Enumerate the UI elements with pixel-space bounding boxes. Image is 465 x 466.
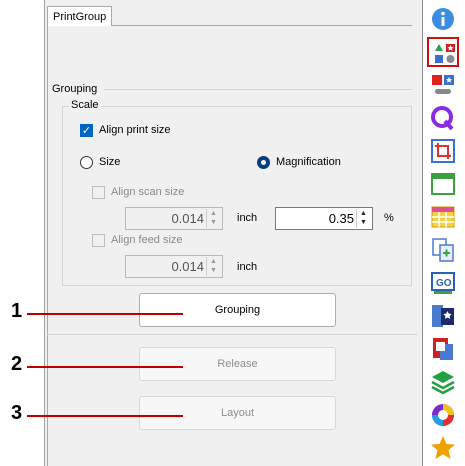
scan-size-stepper[interactable]: 0.014 ▲ ▼ [125, 207, 223, 230]
tab-border-left [47, 25, 48, 466]
grouping-rule [104, 89, 412, 90]
align-scan-size-label: Align scan size [111, 186, 185, 198]
section-divider [47, 334, 417, 335]
favorite-star-icon[interactable] [427, 433, 459, 463]
query-q-icon[interactable] [427, 103, 459, 133]
scan-size-value: 0.014 [171, 211, 204, 226]
tray-icon[interactable] [427, 169, 459, 199]
crop-icon[interactable] [427, 136, 459, 166]
magnification-radio-label: Magnification [276, 156, 341, 168]
red-card-icon[interactable] [427, 334, 459, 364]
scan-size-unit: inch [237, 212, 258, 224]
spin-down-icon[interactable]: ▼ [210, 267, 217, 275]
tab-border-top [112, 25, 412, 26]
svg-text:GO: GO [436, 278, 452, 289]
feed-size-arrows[interactable]: ▲ ▼ [206, 257, 221, 276]
scale-label: Scale [69, 99, 101, 111]
spin-down-icon[interactable]: ▼ [210, 219, 217, 227]
color-squares-icon[interactable] [427, 70, 459, 100]
layout-button[interactable]: Layout [139, 396, 336, 430]
info-icon[interactable] [427, 4, 459, 34]
star-box-icon[interactable] [427, 301, 459, 331]
align-feed-size-checkbox[interactable] [92, 234, 105, 247]
magnification-unit: % [384, 212, 394, 224]
callout-3-line [27, 415, 183, 417]
spin-up-icon[interactable]: ▲ [360, 210, 367, 218]
group-shapes-icon[interactable] [427, 37, 459, 67]
size-radio-label: Size [99, 156, 121, 168]
feed-size-unit: inch [237, 261, 258, 273]
magnification-value: 0.35 [328, 211, 354, 226]
release-button[interactable]: Release [139, 347, 336, 381]
align-feed-size-label: Align feed size [111, 234, 183, 246]
grouping-label: Grouping [52, 83, 98, 95]
spin-down-icon[interactable]: ▼ [360, 219, 367, 227]
magnification-radio[interactable] [257, 156, 270, 169]
size-radio[interactable] [80, 156, 93, 169]
magnification-stepper[interactable]: 0.35 ▲ ▼ [275, 207, 373, 230]
callout-2-line [27, 366, 183, 368]
callout-1-line [27, 313, 183, 315]
callout-1: 1 [11, 300, 23, 322]
right-toolbar: GO [422, 0, 465, 466]
grouping-button[interactable]: Grouping [139, 293, 336, 327]
scan-size-arrows[interactable]: ▲ ▼ [206, 209, 221, 228]
feed-size-value: 0.014 [171, 259, 204, 274]
copy-pages-icon[interactable] [427, 235, 459, 265]
callout-3: 3 [11, 402, 23, 424]
align-print-size-label: Align print size [99, 124, 171, 136]
spin-up-icon[interactable]: ▲ [210, 210, 217, 218]
color-wheel-icon[interactable] [427, 400, 459, 430]
go-icon[interactable]: GO [427, 268, 459, 298]
spin-up-icon[interactable]: ▲ [210, 258, 217, 266]
align-scan-size-checkbox[interactable] [92, 186, 105, 199]
layers-icon[interactable] [427, 367, 459, 397]
magnification-arrows[interactable]: ▲ ▼ [356, 209, 371, 228]
feed-size-stepper[interactable]: 0.014 ▲ ▼ [125, 255, 223, 278]
callout-2: 2 [11, 353, 23, 375]
table-icon[interactable] [427, 202, 459, 232]
align-print-size-checkbox[interactable]: ✓ [80, 124, 93, 137]
tab-printgroup[interactable]: PrintGroup [47, 6, 112, 26]
